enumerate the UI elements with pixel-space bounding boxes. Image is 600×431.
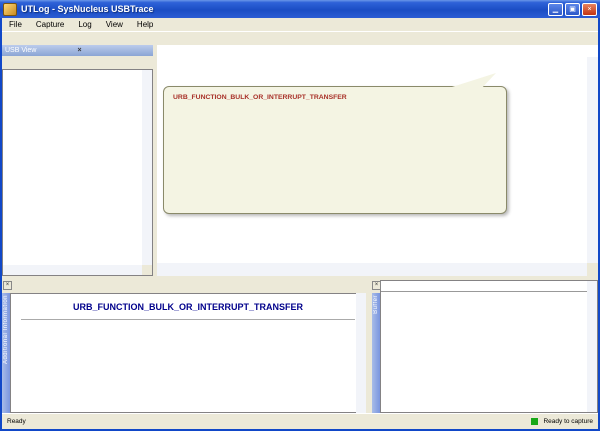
menu-log[interactable]: Log [71, 19, 98, 30]
title-bar: UTLog - SysNucleus USBTrace ▁ ▣ × [0, 0, 600, 18]
buffer-side-label: Buffer [373, 293, 379, 316]
menu-view[interactable]: View [99, 19, 130, 30]
divider [21, 319, 355, 320]
menu-bar: FileCaptureLogViewHelp [2, 18, 598, 31]
detail-content: URB_FUNCTION_BULK_OR_INTERRUPT_TRANSFER [10, 293, 366, 413]
status-bar: Ready Ready to capture [2, 413, 598, 429]
app-icon [3, 3, 17, 16]
menu-capture[interactable]: Capture [29, 19, 71, 30]
window-title: UTLog - SysNucleus USBTrace [21, 4, 548, 14]
menu-file[interactable]: File [2, 19, 29, 30]
usb-view-title: USB View [5, 47, 78, 54]
usb-view-close-icon[interactable]: × [78, 47, 151, 54]
detail-close-icon[interactable]: × [3, 281, 12, 290]
minimize-button[interactable]: ▁ [548, 3, 563, 16]
buffer-vertical-scrollbar[interactable] [587, 281, 597, 412]
status-ready-text: Ready [4, 418, 528, 425]
urb-tooltip: URB_FUNCTION_BULK_OR_INTERRUPT_TRANSFER [163, 86, 507, 214]
detail-title: URB_FUNCTION_BULK_OR_INTERRUPT_TRANSFER [11, 302, 365, 312]
buffer-side-strip: Buffer [372, 293, 380, 413]
buffer-close-icon[interactable]: × [372, 281, 381, 290]
restore-button[interactable]: ▣ [565, 3, 580, 16]
scrollbar-corner [587, 263, 598, 276]
hex-rows [381, 292, 587, 412]
tree-vertical-scrollbar[interactable] [142, 70, 152, 265]
status-capture-state: Ready to capture [540, 418, 596, 425]
log-table-header [157, 45, 598, 57]
capture-indicator-dot [531, 418, 538, 425]
window-controls: ▁ ▣ × [548, 3, 597, 16]
menu-help[interactable]: Help [130, 19, 160, 30]
usb-view-tabs [2, 56, 153, 69]
usb-tree [3, 70, 142, 265]
hex-viewer [380, 280, 598, 413]
close-button[interactable]: × [582, 3, 597, 16]
log-horizontal-scrollbar[interactable] [157, 263, 587, 276]
tooltip-title: URB_FUNCTION_BULK_OR_INTERRUPT_TRANSFER [173, 94, 497, 102]
detail-vertical-scrollbar[interactable] [356, 293, 366, 413]
usb-tree-panel [2, 69, 153, 276]
hex-header [381, 281, 587, 292]
tree-horizontal-scrollbar[interactable] [3, 265, 142, 275]
window-border-left [0, 18, 2, 429]
log-vertical-scrollbar[interactable] [587, 57, 598, 263]
app-window: UTLog - SysNucleus USBTrace ▁ ▣ × FileCa… [0, 0, 600, 431]
scrollbar-corner [142, 265, 152, 275]
usb-view-header: USB View × [2, 45, 153, 56]
detail-side-strip: Additional Information [2, 293, 10, 413]
toolbar [2, 31, 598, 45]
detail-side-label: Additional Information [3, 293, 9, 366]
capture-indicator [528, 418, 540, 425]
